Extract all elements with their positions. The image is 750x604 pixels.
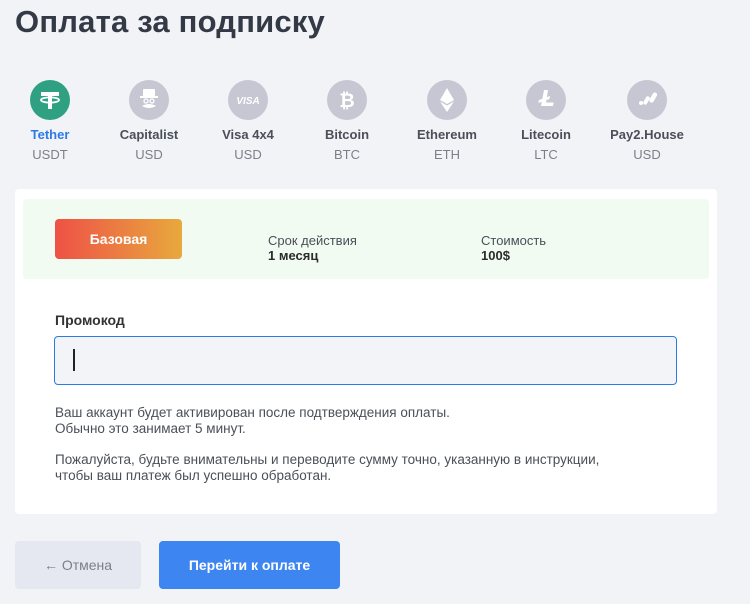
method-currency: USD <box>633 147 661 162</box>
plan-term: Срок действия 1 месяц <box>268 233 357 263</box>
info-line: Пожалуйста, будьте внимательны и перевод… <box>55 452 600 467</box>
text-caret <box>73 349 75 371</box>
payment-methods: Tether USDT Capitalist USD VISA Visa 4x4… <box>0 80 750 170</box>
method-name: Bitcoin <box>324 127 370 142</box>
plan-badge: Базовая <box>55 219 182 259</box>
plan-price-value: 100$ <box>481 248 510 263</box>
activation-info: Ваш аккаунт будет активирован после подт… <box>55 405 450 437</box>
visa-icon: VISA <box>228 80 268 120</box>
method-litecoin[interactable]: Litecoin LTC <box>491 80 601 162</box>
plan-summary: Базовая Срок действия 1 месяц Стоимость … <box>23 199 709 279</box>
capitalist-icon <box>129 80 169 120</box>
pay2house-icon <box>627 80 667 120</box>
payment-card: Базовая Срок действия 1 месяц Стоимость … <box>15 189 717 514</box>
method-pay2house[interactable]: Pay2.House USD <box>592 80 702 162</box>
method-currency: LTC <box>534 147 558 162</box>
method-visa[interactable]: VISA Visa 4x4 USD <box>193 80 303 162</box>
page-title: Оплата за подписку <box>15 4 325 39</box>
svg-text:VISA: VISA <box>236 96 259 107</box>
tether-icon <box>30 80 70 120</box>
promo-label: Промокод <box>55 312 125 328</box>
plan-term-value: 1 месяц <box>268 248 319 263</box>
plan-price-label: Стоимость <box>481 233 547 248</box>
method-currency: USDT <box>32 147 68 162</box>
info-line: Обычно это занимает 5 минут. <box>55 421 246 436</box>
method-capitalist[interactable]: Capitalist USD <box>94 80 204 162</box>
method-currency: USD <box>234 147 262 162</box>
method-name: Litecoin <box>521 127 571 142</box>
plan-term-label: Срок действия <box>268 233 357 248</box>
method-currency: ETH <box>434 147 460 162</box>
method-name: Ethereum <box>417 127 477 142</box>
promo-input[interactable] <box>54 336 677 385</box>
info-line: Ваш аккаунт будет активирован после подт… <box>55 405 450 420</box>
svg-text:₿: ₿ <box>339 90 354 112</box>
method-bitcoin[interactable]: ₿ Bitcoin BTC <box>292 80 402 162</box>
method-ethereum[interactable]: Ethereum ETH <box>392 80 502 162</box>
plan-price: Стоимость 100$ <box>481 233 546 263</box>
warning-info: Пожалуйста, будьте внимательны и перевод… <box>55 452 599 484</box>
method-currency: BTC <box>334 147 360 162</box>
pay-button[interactable]: Перейти к оплате <box>159 541 340 589</box>
method-name: Tether <box>30 127 70 142</box>
method-name: Visa 4x4 <box>222 127 274 142</box>
bitcoin-icon: ₿ <box>327 80 367 120</box>
method-tether[interactable]: Tether USDT <box>0 80 105 162</box>
ethereum-icon <box>427 80 467 120</box>
litecoin-icon <box>526 80 566 120</box>
method-name: Pay2.House <box>610 127 684 142</box>
cancel-button[interactable]: ← Отмена <box>15 541 141 589</box>
method-name: Capitalist <box>119 127 179 142</box>
method-currency: USD <box>135 147 163 162</box>
info-line: чтобы ваш платеж был успешно обработан. <box>55 468 332 483</box>
